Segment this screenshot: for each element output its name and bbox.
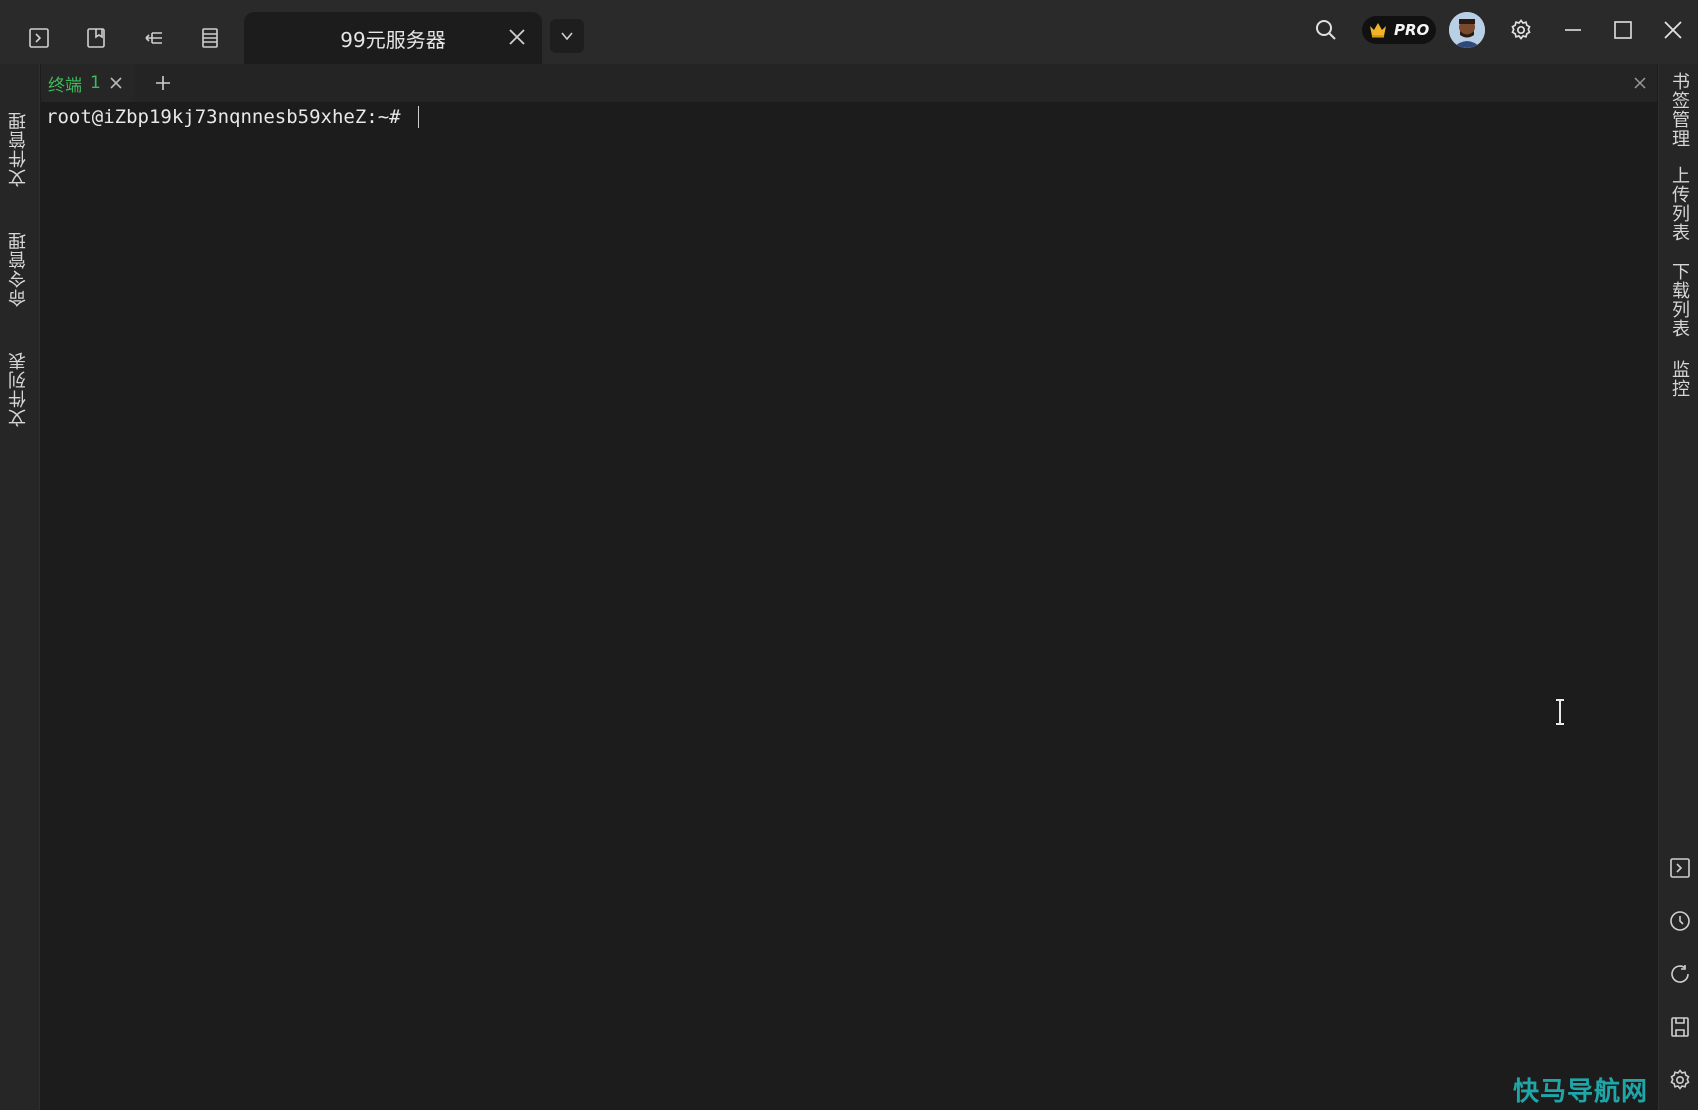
terminal-tab-index: 1 xyxy=(90,73,101,93)
text-cursor xyxy=(418,106,420,128)
terminal-output[interactable]: root@iZbp19kj73nqnnesb59xheZ:~# xyxy=(41,102,1657,1110)
bookmarks-button[interactable] xyxy=(76,18,116,58)
sidebar-item-command-manager[interactable]: 命令管理 xyxy=(6,214,32,324)
sidebar-item-file-list[interactable]: 文件列表 xyxy=(6,334,32,444)
session-tab[interactable]: 99元服务器 xyxy=(244,12,542,64)
ibeam-cursor-icon xyxy=(1556,699,1564,725)
terminal-icon xyxy=(29,28,49,48)
new-terminal-button[interactable] xyxy=(19,18,59,58)
gear-icon xyxy=(1511,19,1531,40)
app-window: 99元服务器 PRO 文件管理 命令管理 文件列表 终端 1 root@iZbp… xyxy=(0,0,1698,1110)
title-bar: 99元服务器 PRO xyxy=(0,0,1698,64)
session-tab-title: 99元服务器 xyxy=(340,28,446,52)
gear-icon[interactable] xyxy=(1668,1068,1692,1092)
server-list-button[interactable] xyxy=(190,18,230,58)
sidebar-item-monitor[interactable]: 监控 xyxy=(1666,354,1692,404)
close-icon[interactable] xyxy=(109,76,123,90)
terminal-tab-label: 终端 xyxy=(48,75,82,96)
sftp-tree-button[interactable] xyxy=(134,18,174,58)
watermark: 快马导航网 xyxy=(1512,1077,1648,1107)
save-icon[interactable] xyxy=(1668,1015,1692,1039)
right-sidebar: 书签管理 上传列表 下载列表 监控 xyxy=(1658,64,1698,1110)
sidebar-item-download-list[interactable]: 下载列表 xyxy=(1666,260,1692,340)
sidebar-item-bookmarks[interactable]: 书签管理 xyxy=(1666,70,1692,150)
terminal-tab-bar: 终端 1 xyxy=(41,64,1657,102)
maximize-button[interactable] xyxy=(1603,10,1643,50)
server-list-icon xyxy=(202,28,218,48)
tab-list-dropdown[interactable] xyxy=(550,19,584,53)
settings-button[interactable] xyxy=(1501,10,1541,50)
terminal-icon[interactable] xyxy=(1668,856,1692,880)
search-icon xyxy=(1316,20,1336,40)
tree-icon xyxy=(145,32,162,44)
maximize-icon xyxy=(1614,21,1632,39)
add-tab-icon[interactable] xyxy=(153,73,173,93)
history-icon[interactable] xyxy=(1668,909,1692,933)
avatar[interactable] xyxy=(1449,12,1485,48)
terminal-prompt: root@iZbp19kj73nqnnesb59xheZ:~# xyxy=(46,102,420,132)
sidebar-item-file-manager[interactable]: 文件管理 xyxy=(6,94,32,204)
search-button[interactable] xyxy=(1306,10,1346,50)
sidebar-item-upload-list[interactable]: 上传列表 xyxy=(1666,164,1692,244)
minimize-button[interactable] xyxy=(1553,10,1593,50)
terminal-tab[interactable]: 终端 1 xyxy=(41,64,135,102)
refresh-icon[interactable] xyxy=(1668,962,1692,986)
close-icon[interactable] xyxy=(506,26,528,48)
bookmark-icon xyxy=(87,28,105,48)
pro-label: PRO xyxy=(1394,21,1430,39)
crown-icon xyxy=(1370,23,1386,38)
prompt-text: root@iZbp19kj73nqnnesb59xheZ:~# xyxy=(46,106,413,128)
pro-badge[interactable]: PRO xyxy=(1362,16,1436,44)
close-icon xyxy=(1664,21,1682,39)
close-window-button[interactable] xyxy=(1653,10,1693,50)
chevron-down-icon xyxy=(561,32,573,41)
minimize-icon xyxy=(1565,29,1581,31)
close-pane-icon[interactable] xyxy=(1633,76,1647,90)
left-sidebar: 文件管理 命令管理 文件列表 xyxy=(0,64,40,1110)
